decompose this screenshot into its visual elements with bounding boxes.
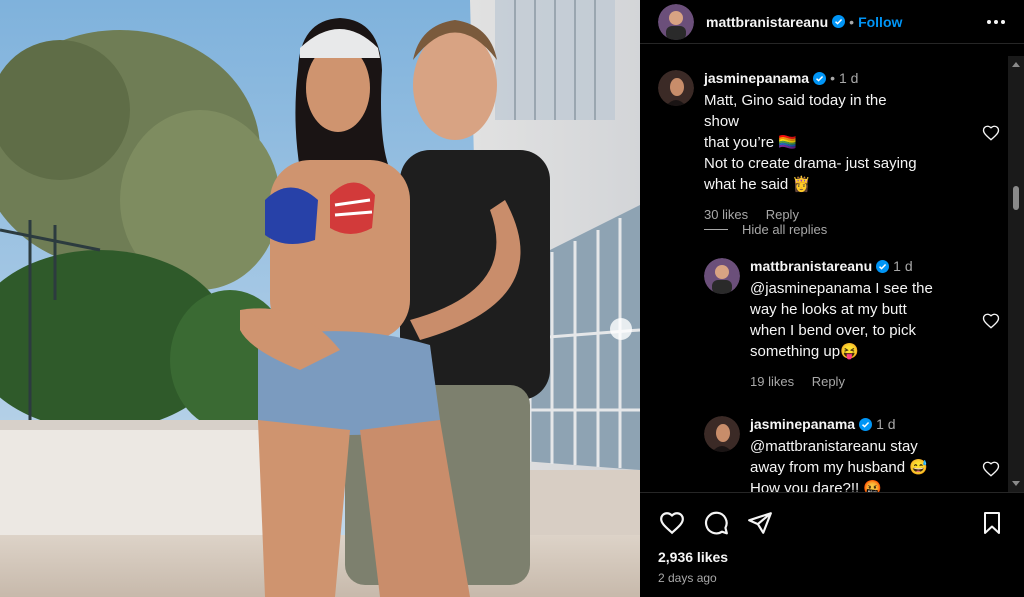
avatar[interactable]: [704, 416, 740, 452]
comments-list[interactable]: jasminepanama • 1 d Matt, Gino said today …: [640, 56, 1010, 492]
verified-badge-icon: [859, 418, 873, 431]
reply-line: How you dare?!! 🤬: [750, 480, 883, 492]
scrollbar-thumb[interactable]: [1013, 186, 1019, 210]
reply-line: something up😝: [750, 343, 859, 360]
heart-icon[interactable]: [982, 460, 1000, 478]
comment-line: Matt, Gino said today in the show: [704, 92, 887, 130]
post-author-username[interactable]: mattbranistareanu: [706, 14, 828, 30]
reply-time[interactable]: 1 d: [876, 416, 895, 432]
post-photo-image: [0, 0, 640, 597]
comment-line: that you’re 🏳️‍🌈: [704, 134, 797, 151]
comment-username[interactable]: jasminepanama: [704, 70, 809, 86]
post-timestamp[interactable]: 2 days ago: [658, 571, 1006, 585]
separator-dot: •: [830, 70, 835, 86]
reply-button[interactable]: Reply: [812, 374, 845, 389]
heart-icon[interactable]: [982, 312, 1000, 330]
verified-badge-icon: [876, 260, 890, 273]
comment-bubble-icon[interactable]: [702, 509, 730, 537]
reply-likes-count[interactable]: 19 likes: [750, 374, 794, 389]
comment-line: what he said 👸: [704, 176, 812, 193]
post-actions: 2,936 likes 2 days ago: [640, 492, 1024, 585]
scroll-up-arrow-icon[interactable]: [1012, 62, 1020, 67]
reply-line: @jasminepanama I see the: [750, 280, 933, 297]
heart-icon[interactable]: [982, 124, 1000, 142]
action-bar: [658, 507, 1006, 539]
reply: mattbranistareanu 1 d @jasminepanama I se…: [704, 258, 970, 389]
reply-text: @jasminepanama I see the way he looks at…: [750, 278, 970, 362]
reply-meta: 19 likes Reply: [750, 374, 970, 389]
paper-plane-icon[interactable]: [746, 509, 774, 537]
divider-line: [704, 229, 728, 230]
hide-replies-label: Hide all replies: [742, 222, 828, 237]
avatar[interactable]: [658, 70, 694, 106]
post-header: mattbranistareanu • Follow: [640, 0, 1024, 44]
more-options-icon[interactable]: [984, 10, 1008, 34]
avatar[interactable]: [658, 3, 694, 40]
reply-line: @mattbranistareanu stay: [750, 438, 918, 455]
reply-line: when I bend over, to pick: [750, 322, 916, 339]
reply-line: way he looks at my butt: [750, 301, 907, 318]
reply-line: away from my husband 😅: [750, 459, 928, 476]
reply-time[interactable]: 1 d: [893, 258, 912, 274]
heart-icon[interactable]: [658, 509, 686, 537]
hide-replies-button[interactable]: Hide all replies: [704, 222, 827, 237]
bookmark-icon[interactable]: [978, 509, 1006, 537]
comment-likes-count[interactable]: 30 likes: [704, 207, 748, 222]
comment-meta: 30 likes Reply: [704, 207, 924, 222]
post-side-panel: mattbranistareanu • Follow jasminepanama…: [640, 0, 1024, 597]
follow-button[interactable]: Follow: [858, 14, 902, 30]
verified-badge-icon: [832, 15, 846, 28]
post-photo[interactable]: [0, 0, 640, 597]
reply-button[interactable]: Reply: [766, 207, 799, 222]
comments-scrollbar[interactable]: [1008, 56, 1024, 492]
reply: jasminepanama 1 d @mattbranistareanu stay…: [704, 416, 970, 492]
post-likes-count[interactable]: 2,936 likes: [658, 549, 1006, 565]
scroll-down-arrow-icon[interactable]: [1012, 481, 1020, 486]
reply-username[interactable]: jasminepanama: [750, 416, 855, 432]
avatar[interactable]: [704, 258, 740, 294]
comment-line: Not to create drama- just saying: [704, 155, 917, 172]
verified-badge-icon: [813, 72, 827, 85]
reply-text: @mattbranistareanu stay away from my hus…: [750, 436, 970, 492]
separator-dot: •: [849, 13, 855, 30]
reply-username[interactable]: mattbranistareanu: [750, 258, 872, 274]
comment-time[interactable]: 1 d: [839, 70, 858, 86]
comment: jasminepanama • 1 d Matt, Gino said today …: [658, 70, 924, 222]
comment-text: Matt, Gino said today in the show that y…: [704, 90, 924, 195]
